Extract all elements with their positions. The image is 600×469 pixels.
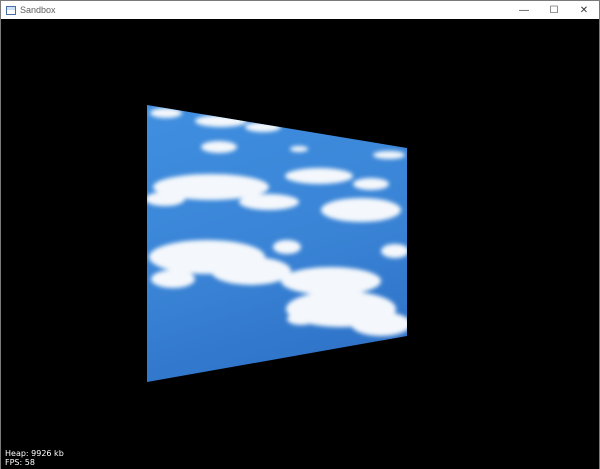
- app-window: Sandbox — ☐ ✕ Heap: 9926 kb FPS: 58: [0, 0, 600, 469]
- minimize-button[interactable]: —: [509, 1, 539, 19]
- fps-readout: FPS: 58: [5, 458, 35, 467]
- title-bar[interactable]: Sandbox — ☐ ✕: [1, 1, 599, 19]
- close-button[interactable]: ✕: [569, 1, 599, 19]
- heap-readout: Heap: 9926 kb: [5, 449, 64, 458]
- render-canvas[interactable]: Heap: 9926 kb FPS: 58: [1, 19, 599, 469]
- app-icon: [6, 5, 16, 15]
- window-title: Sandbox: [20, 5, 56, 15]
- maximize-button[interactable]: ☐: [539, 1, 569, 19]
- textured-quad: [147, 105, 407, 382]
- scene-svg: [147, 105, 407, 382]
- hud-overlay: Heap: 9926 kb FPS: 58: [5, 449, 64, 467]
- window-controls: — ☐ ✕: [509, 1, 599, 19]
